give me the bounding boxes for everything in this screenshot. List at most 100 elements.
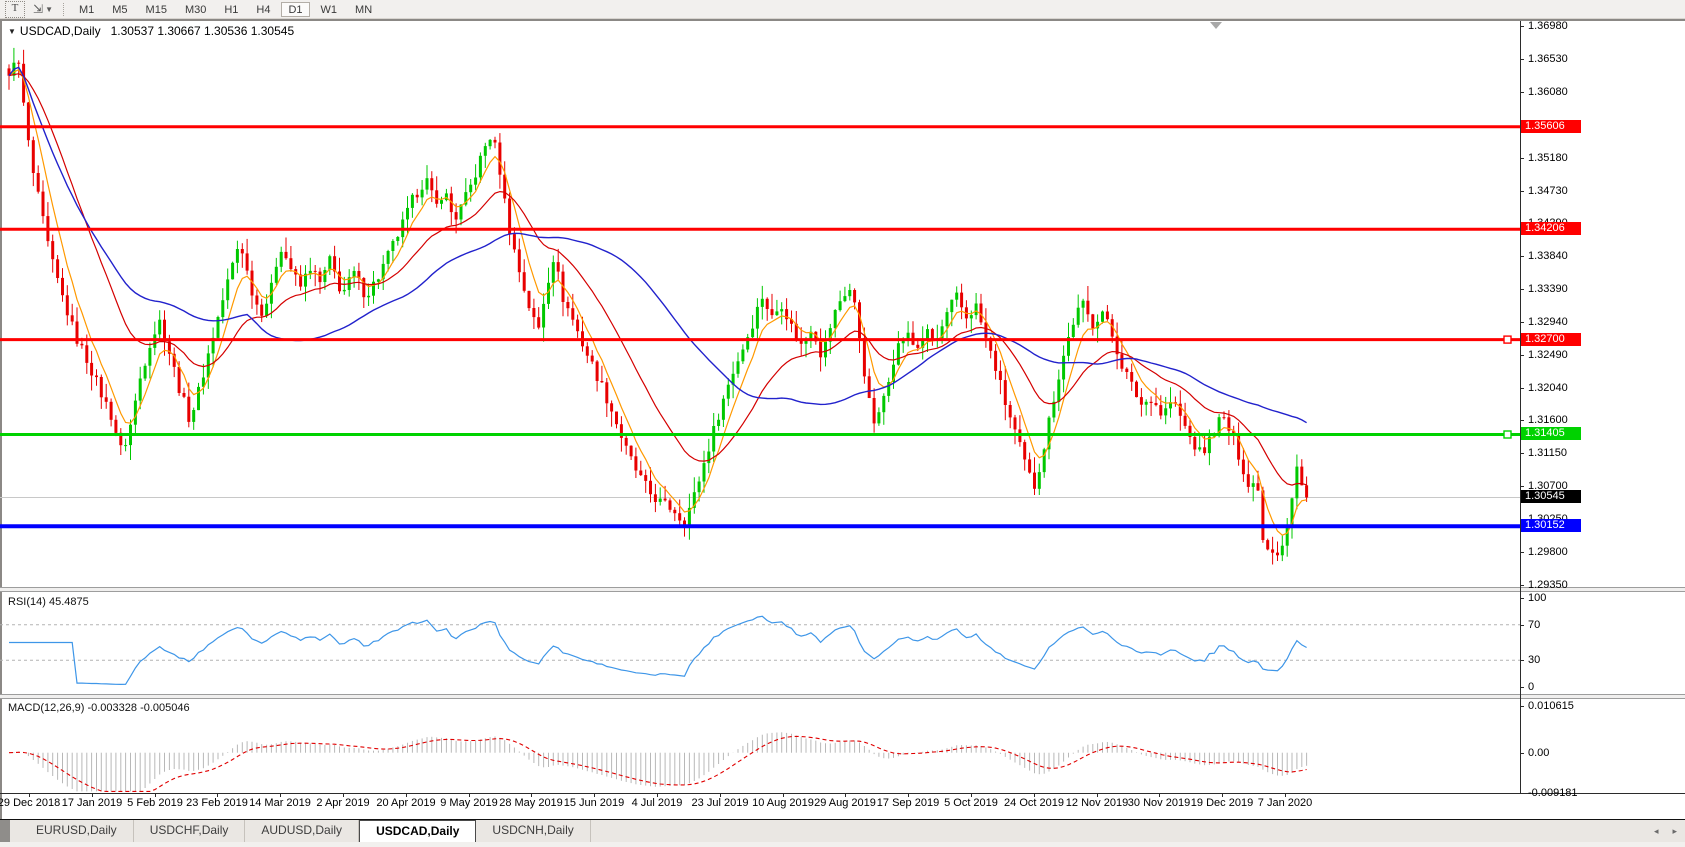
tab-scroll-arrows: ◂ ▸ [1654, 820, 1685, 842]
price-tick [1520, 191, 1524, 192]
window-edge [0, 842, 1685, 847]
rsi-label: RSI(14) 45.4875 [8, 596, 89, 608]
price-axis-border [1520, 21, 1521, 793]
ma-fast-line [9, 70, 1307, 536]
date-label: 17 Sep 2019 [877, 797, 939, 809]
tf-button-h4[interactable]: H4 [249, 2, 277, 17]
rsi-svg [0, 592, 1520, 694]
price-tick [1520, 59, 1524, 60]
date-label: 2 Apr 2019 [316, 797, 369, 809]
date-label: 29 Dec 2018 [0, 797, 60, 809]
price-tick [1520, 585, 1524, 586]
tf-button-m15[interactable]: M15 [139, 2, 174, 17]
macd-tick [1520, 753, 1524, 754]
tab-usdcad[interactable]: USDCAD,Daily [359, 820, 476, 842]
chart-shift-marker[interactable] [1210, 22, 1222, 29]
date-label: 30 Nov 2019 [1128, 797, 1190, 809]
date-label: 23 Feb 2019 [186, 797, 248, 809]
price-tick-label: 1.32040 [1528, 382, 1568, 394]
rsi-tick-label: 0 [1528, 681, 1534, 693]
price-label-1.35606: 1.35606 [1521, 120, 1581, 133]
macd-pane [0, 699, 1520, 793]
date-label: 9 May 2019 [440, 797, 497, 809]
tf-button-h1[interactable]: H1 [217, 2, 245, 17]
price-tick-label: 1.36980 [1528, 20, 1568, 32]
date-label: 14 Mar 2019 [249, 797, 311, 809]
date-label: 15 Jun 2019 [564, 797, 625, 809]
tab-usdchf[interactable]: USDCHF,Daily [134, 820, 246, 842]
main-chart-svg [0, 21, 1520, 587]
rsi-tick-label: 30 [1528, 654, 1540, 666]
hline-handle-1.31405[interactable] [1504, 431, 1511, 438]
tf-button-m30[interactable]: M30 [178, 2, 213, 17]
date-label: 12 Nov 2019 [1066, 797, 1128, 809]
macd-tick-label: 0.010615 [1528, 700, 1574, 712]
price-tick [1520, 420, 1524, 421]
price-tick [1520, 92, 1524, 93]
date-label: 7 Jan 2020 [1258, 797, 1312, 809]
macd-tick [1520, 793, 1524, 794]
tf-button-d1[interactable]: D1 [281, 2, 309, 17]
main-chart-pane [0, 21, 1520, 587]
price-tick-label: 1.36530 [1528, 53, 1568, 65]
chart-symbol-label: USDCAD,Daily [20, 24, 101, 38]
rsi-line [9, 616, 1307, 684]
chart-quote-values: 1.30537 1.30667 1.30536 1.30545 [111, 24, 295, 38]
tab-eurusd[interactable]: EURUSD,Daily [20, 820, 134, 842]
price-tick-label: 1.35180 [1528, 152, 1568, 164]
price-tick-label: 1.31600 [1528, 414, 1568, 426]
toolbar-grip [63, 3, 64, 16]
price-tick [1520, 322, 1524, 323]
price-label-1.34206: 1.34206 [1521, 222, 1581, 235]
date-label: 20 Apr 2019 [376, 797, 435, 809]
tf-button-m5[interactable]: M5 [105, 2, 134, 17]
macd-label: MACD(12,26,9) -0.003328 -0.005046 [8, 702, 190, 714]
date-label: 5 Feb 2019 [127, 797, 183, 809]
date-label: 4 Jul 2019 [632, 797, 683, 809]
date-label: 10 Aug 2019 [752, 797, 814, 809]
text-tool-button[interactable]: T [5, 1, 25, 18]
price-tick-label: 1.32940 [1528, 316, 1568, 328]
arrange-charts-icon[interactable]: ⇲ [33, 2, 43, 16]
macd-histogram [9, 732, 1307, 791]
price-tick-label: 1.36080 [1528, 86, 1568, 98]
price-tick-label: 1.33840 [1528, 250, 1568, 262]
tab-scroll-right-icon[interactable]: ▸ [1672, 826, 1677, 837]
price-tick-label: 1.29350 [1528, 579, 1568, 591]
price-tick-label: 1.33390 [1528, 283, 1568, 295]
chevron-down-icon[interactable]: ▼ [45, 5, 53, 14]
rsi-tick-label: 100 [1528, 592, 1546, 604]
current-price-label: 1.30545 [1521, 490, 1581, 503]
chart-tab-bar: EURUSD,DailyUSDCHF,DailyAUDUSD,DailyUSDC… [0, 820, 1685, 842]
rsi-tick [1520, 687, 1524, 688]
tab-usdcnh[interactable]: USDCNH,Daily [476, 820, 590, 842]
date-label: 5 Oct 2019 [944, 797, 998, 809]
date-label: 17 Jan 2019 [62, 797, 123, 809]
date-label: 28 May 2019 [499, 797, 563, 809]
macd-tick-label: 0.00 [1528, 747, 1549, 759]
price-tick-label: 1.29800 [1528, 546, 1568, 558]
tab-audusd[interactable]: AUDUSD,Daily [245, 820, 359, 842]
date-label: 29 Aug 2019 [814, 797, 876, 809]
macd-svg [0, 699, 1520, 793]
price-tick-label: 1.31150 [1528, 447, 1567, 459]
price-tick [1520, 256, 1524, 257]
tf-button-mn[interactable]: MN [348, 2, 379, 17]
application-window: T ⇲ ▼ M1 M5 M15 M30 H1 H4 D1 W1MN ▼ USDCAD,Daily… [0, 0, 1685, 847]
price-tick [1520, 355, 1524, 356]
triangle-down-icon[interactable]: ▼ [8, 27, 16, 36]
price-label-1.32700: 1.32700 [1521, 333, 1581, 346]
toolbar: T ⇲ ▼ M1 M5 M15 M30 H1 H4 D1 W1MN [0, 0, 1685, 19]
horizontal-lines [0, 127, 1520, 527]
tf-button-w1[interactable]: W1 [314, 2, 345, 17]
macd-tick [1520, 706, 1524, 707]
price-label-1.30152: 1.30152 [1521, 519, 1581, 532]
date-label: 23 Jul 2019 [692, 797, 749, 809]
hline-handle-1.32700[interactable] [1504, 336, 1511, 343]
tf-button-m1[interactable]: M1 [72, 2, 101, 17]
tab-scroll-left-icon[interactable]: ◂ [1654, 826, 1659, 837]
tab-bar-corner [0, 820, 10, 842]
ma-medium-line [9, 74, 1307, 485]
rsi-tick [1520, 660, 1524, 661]
rsi-tick [1520, 598, 1524, 599]
